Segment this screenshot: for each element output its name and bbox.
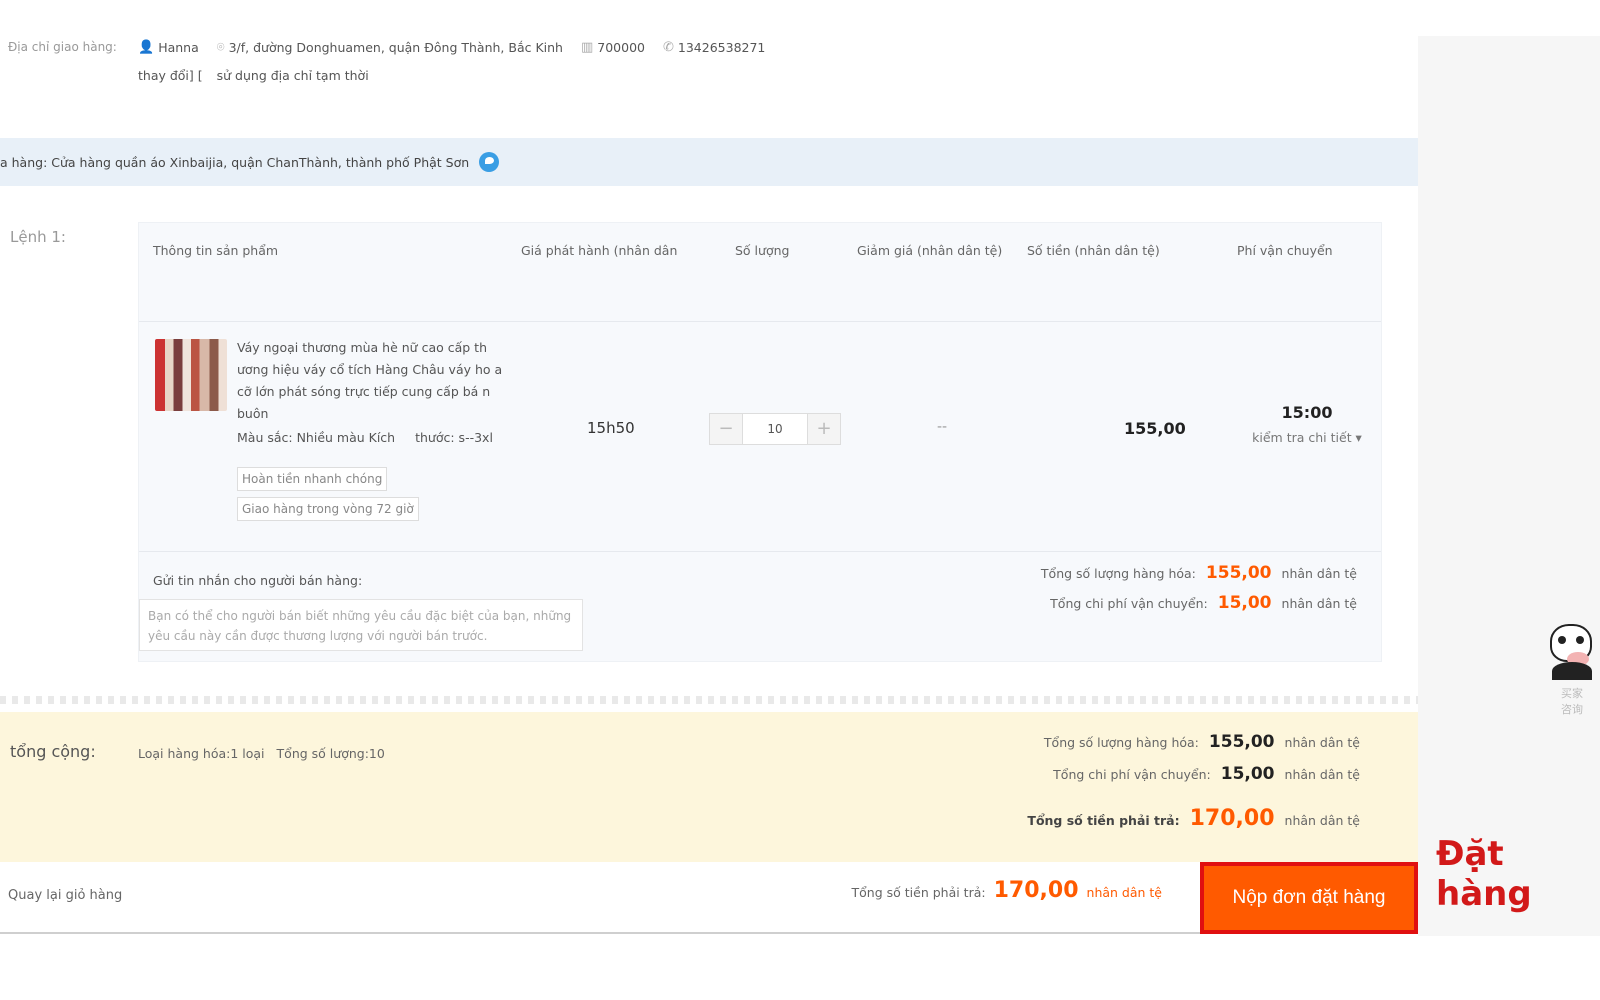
shipping-detail-link[interactable]: kiểm tra chi tiết ▾	[1247, 430, 1367, 445]
product-name[interactable]: Váy ngoại thương mùa hè nữ cao cấp th ươ…	[237, 337, 507, 425]
store-name[interactable]: a hàng: Cửa hàng quần áo Xinbaijia, quận…	[0, 155, 469, 170]
total-ship-value: 15,00	[1220, 764, 1275, 784]
qty-input[interactable]: 10	[742, 414, 808, 444]
header-discount: Giảm giá (nhân dân tệ)	[857, 243, 1003, 258]
attr-color: Màu sắc: Nhiều màu Kích	[237, 430, 396, 445]
temp-address-link[interactable]: sử dụng địa chỉ tạm thời	[217, 68, 369, 83]
total-grand-value: 170,00	[1189, 806, 1275, 831]
store-bar: a hàng: Cửa hàng quần áo Xinbaijia, quận…	[0, 138, 1418, 186]
place-order-annotation: Đặt hàng	[1436, 834, 1532, 914]
address-street: 3/f, đường Donghuamen, quận Đông Thành, …	[228, 40, 563, 55]
item-types: Loại hàng hóa:1 loại	[138, 746, 265, 761]
order-goods-total-label: Tổng số lượng hàng hóa:	[1040, 566, 1196, 581]
footer-grand-value: 170,00	[993, 878, 1079, 903]
order-goods-currency: nhân dân tệ	[1281, 566, 1357, 581]
address-name: Hanna	[158, 40, 199, 55]
checkout-footer: Quay lại giỏ hàng Tổng số tiền phải trả:…	[0, 862, 1418, 934]
order-label: Lệnh 1:	[10, 228, 66, 246]
quantity-stepper: − 10 +	[709, 413, 841, 445]
total-goods-label: Tổng số lượng hàng hóa:	[1043, 735, 1199, 750]
address-phone: 13426538271	[677, 40, 766, 55]
totals-box: tổng cộng: Loại hàng hóa:1 loại Tổng số …	[0, 712, 1418, 862]
address-label: Địa chỉ giao hàng:	[8, 40, 117, 54]
total-label: tổng cộng:	[10, 742, 96, 761]
wavy-divider	[0, 696, 1418, 704]
row-divider	[139, 551, 1381, 552]
item-count: Tổng số lượng:10	[276, 746, 385, 761]
footer-grand-total: Tổng số tiền phải trả: 170,00 nhân dân t…	[852, 878, 1162, 903]
product-attributes: Màu sắc: Nhiều màu Kích thước: s--3xl	[237, 427, 497, 449]
qty-plus-button[interactable]: +	[808, 414, 840, 444]
shipping-time: 15:00	[1281, 403, 1333, 422]
total-ship-label: Tổng chi phí vận chuyển:	[1053, 767, 1211, 782]
header-divider	[139, 321, 1381, 322]
seller-message-input[interactable]: Bạn có thể cho người bán biết những yêu …	[139, 599, 583, 651]
message-label: Gửi tin nhắn cho người bán hàng:	[153, 573, 363, 588]
order-ship-currency: nhân dân tệ	[1281, 596, 1357, 611]
qty-minus-button[interactable]: −	[710, 414, 742, 444]
shipping-address: Địa chỉ giao hàng: 👤 Hanna ⌾ 3/f, đường Do…	[8, 40, 1408, 100]
order-ship-total-value: 15,00	[1217, 593, 1272, 613]
order-ship-total: Tổng chi phí vận chuyển: 15,00 nhân dân …	[1050, 593, 1357, 613]
item-shipping: 15:00 kiểm tra chi tiết ▾	[1247, 403, 1367, 445]
postcode-icon: ▥	[580, 40, 594, 55]
item-amount: 155,00	[1124, 419, 1186, 438]
total-ship-currency: nhân dân tệ	[1284, 767, 1360, 782]
order-table: Thông tin sản phẩm Giá phát hành (nhân d…	[138, 222, 1382, 662]
mascot-text: 买家 咨询	[1561, 687, 1583, 716]
phone-icon: ✆	[663, 40, 674, 55]
tag-refund: Hoàn tiền nhanh chóng	[237, 467, 388, 491]
total-grand: Tổng số tiền phải trả: 170,00 nhân dân t…	[1027, 806, 1360, 831]
header-product: Thông tin sản phẩm	[153, 243, 279, 258]
total-grand-label: Tổng số tiền phải trả:	[1027, 813, 1180, 828]
total-goods-currency: nhân dân tệ	[1284, 735, 1360, 750]
chat-bubble-icon[interactable]	[479, 152, 500, 172]
header-shipping: Phí vận chuyển	[1237, 243, 1333, 258]
total-goods-value: 155,00	[1208, 732, 1275, 752]
tag-delivery: Giao hàng trong vòng 72 giờ	[237, 497, 419, 521]
item-price: 15h50	[587, 419, 635, 437]
product-thumbnail[interactable]	[155, 339, 227, 411]
footer-grand-currency: nhân dân tệ	[1086, 885, 1162, 900]
header-qty: Số lượng	[735, 243, 790, 258]
order-goods-total-value: 155,00	[1205, 563, 1272, 583]
footer-grand-label: Tổng số tiền phải trả:	[851, 885, 986, 900]
order-ship-total-label: Tổng chi phí vận chuyển:	[1050, 596, 1208, 611]
header-price: Giá phát hành (nhân dân	[521, 243, 678, 258]
address-postcode: 700000	[597, 40, 645, 55]
total-grand-currency: nhân dân tệ	[1284, 813, 1360, 828]
total-ship: Tổng chi phí vận chuyển: 15,00 nhân dân …	[1053, 764, 1360, 784]
submit-order-button[interactable]: Nộp đơn đặt hàng	[1200, 862, 1418, 934]
header-amount: Số tiền (nhân dân tệ)	[1027, 243, 1160, 258]
cow-mascot-icon	[1550, 624, 1592, 666]
right-side-panel	[1418, 36, 1600, 936]
user-icon: 👤	[138, 40, 155, 55]
attr-size: thước: s--3xl	[415, 430, 493, 445]
total-goods: Tổng số lượng hàng hóa: 155,00 nhân dân …	[1044, 732, 1360, 752]
back-to-cart-link[interactable]: Quay lại giỏ hàng	[8, 888, 122, 903]
order-goods-total: Tổng số lượng hàng hóa: 155,00 nhân dân …	[1041, 563, 1357, 583]
change-address-link[interactable]: thay đổi] [	[138, 68, 203, 83]
customer-service-widget[interactable]: 买家 咨询	[1546, 624, 1598, 730]
location-pin-icon: ⌾	[216, 40, 225, 55]
item-discount: --	[937, 419, 948, 435]
